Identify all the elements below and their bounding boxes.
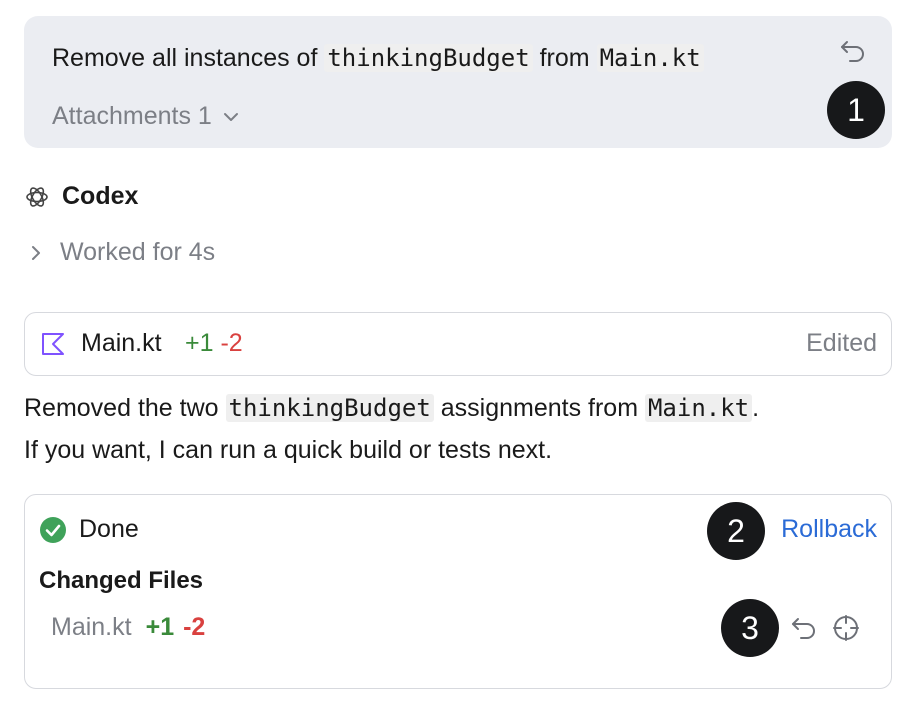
- changed-file-name: Main.kt: [51, 613, 132, 641]
- message-text-part: from: [532, 44, 597, 72]
- kotlin-file-icon: [42, 333, 64, 355]
- assistant-name: Codex: [62, 182, 139, 210]
- response-text-part: assignments from: [433, 394, 645, 422]
- target-icon[interactable]: [831, 613, 861, 643]
- inline-code: thinkingBudget: [225, 394, 434, 422]
- lines-added: +1: [145, 613, 175, 641]
- check-circle-icon: [40, 516, 66, 543]
- inline-code: Main.kt: [596, 44, 704, 72]
- codex-logo-icon: [26, 186, 48, 207]
- message-text-part: Remove all instances of: [52, 44, 325, 72]
- response-text-part: .: [752, 394, 760, 422]
- file-diff-stats: +1 -2: [185, 329, 243, 358]
- undo-icon[interactable]: [838, 36, 868, 66]
- step-badge: 1: [827, 81, 885, 139]
- worked-label: Worked for 4s: [60, 238, 216, 266]
- chevron-right-icon: [32, 245, 40, 260]
- changed-files-title: Changed Files: [39, 567, 204, 594]
- lines-removed: -2: [220, 329, 243, 357]
- lines-removed: -2: [183, 613, 206, 641]
- attachments-label: Attachments 1: [52, 102, 212, 130]
- lines-added: +1: [185, 329, 214, 357]
- response-line-1: Removed the two thinkingBudget assignmen…: [24, 392, 759, 424]
- attachments-toggle[interactable]: Attachments 1: [52, 102, 240, 131]
- done-label: Done: [79, 515, 139, 543]
- worked-toggle[interactable]: Worked for 4s: [24, 238, 215, 267]
- edited-file-card[interactable]: Main.kt +1 -2 Edited: [24, 312, 892, 376]
- user-message: Remove all instances of thinkingBudget f…: [24, 16, 892, 148]
- step-badge: 2: [707, 502, 765, 560]
- response-text-part: Removed the two: [24, 394, 226, 422]
- file-status: Edited: [806, 329, 877, 357]
- rollback-button[interactable]: Rollback: [781, 515, 877, 544]
- changed-file-row[interactable]: Main.kt +1 -2: [51, 613, 205, 642]
- undo-icon[interactable]: [789, 613, 819, 643]
- response-line-2: If you want, I can run a quick build or …: [24, 436, 553, 464]
- file-name: Main.kt: [81, 329, 162, 357]
- inline-code: thinkingBudget: [324, 44, 533, 72]
- chevron-down-icon: [223, 112, 238, 121]
- assistant-header: Codex: [24, 182, 138, 211]
- inline-code: Main.kt: [644, 394, 753, 422]
- user-message-text: Remove all instances of thinkingBudget f…: [52, 42, 704, 74]
- done-status: Done: [39, 515, 139, 544]
- step-badge: 3: [721, 599, 779, 657]
